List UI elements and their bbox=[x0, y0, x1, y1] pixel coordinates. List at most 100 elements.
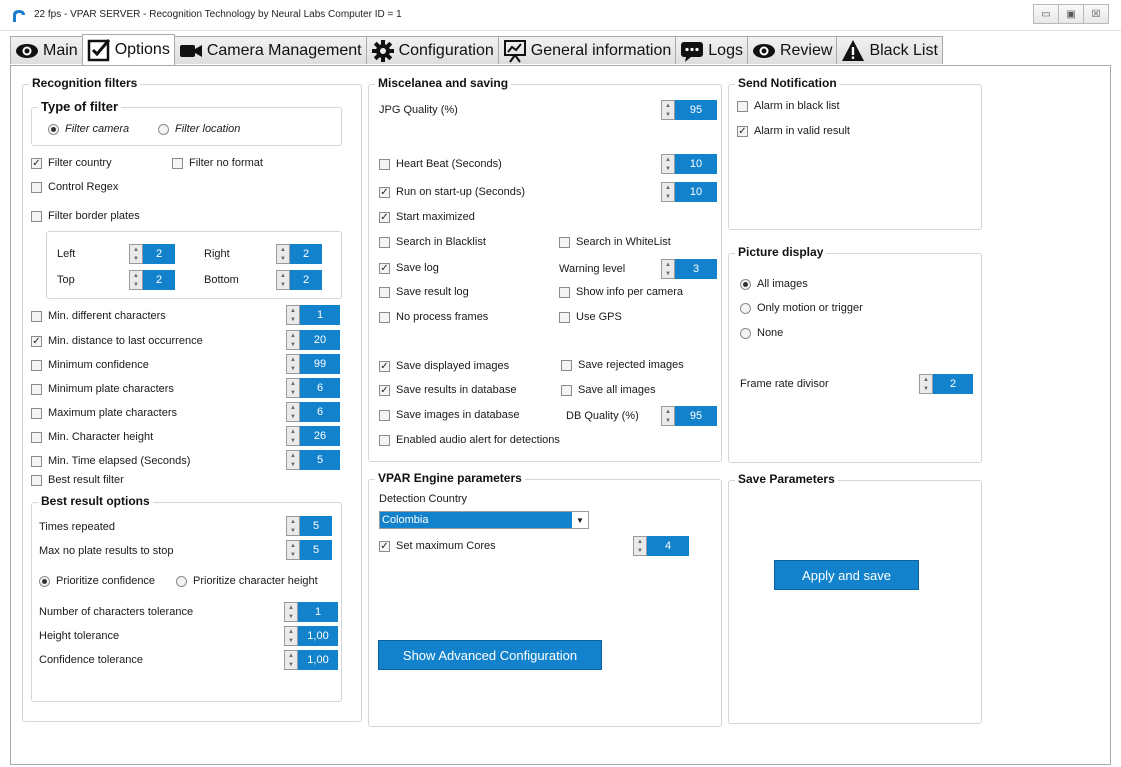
save-results-database-checkbox[interactable]: ✓ Save results in database bbox=[379, 384, 516, 396]
save-all-images-checkbox[interactable]: Save all images bbox=[561, 384, 656, 396]
no-process-frames-checkbox[interactable]: No process frames bbox=[379, 311, 488, 323]
spin-arrows-icon[interactable]: ▲ ▼ bbox=[633, 536, 647, 556]
spin-arrows-icon[interactable]: ▲ ▼ bbox=[286, 426, 300, 446]
maximize-button[interactable]: ▣ bbox=[1058, 4, 1084, 24]
run-on-startup-stepper[interactable]: ▲ ▼ 10 bbox=[661, 182, 717, 202]
frame-rate-divisor-stepper[interactable]: ▲ ▼ 2 bbox=[919, 374, 973, 394]
stepper-value[interactable]: 6 bbox=[300, 402, 340, 422]
close-button[interactable]: ☒ bbox=[1083, 4, 1109, 24]
prioritize-character-height-radio[interactable]: Prioritize character height bbox=[176, 575, 318, 587]
alarm-black-list-checkbox[interactable]: Alarm in black list bbox=[737, 100, 840, 112]
stepper-value[interactable]: 2 bbox=[290, 244, 322, 264]
max-no-plate-stepper[interactable]: ▲ ▼ 5 bbox=[286, 540, 332, 560]
stepper-value[interactable]: 2 bbox=[933, 374, 973, 394]
only-motion-radio[interactable]: Only motion or trigger bbox=[740, 302, 863, 314]
height-tolerance-stepper[interactable]: ▲ ▼ 1,00 bbox=[284, 626, 338, 646]
stepper-value[interactable]: 1 bbox=[300, 305, 340, 325]
prioritize-confidence-radio[interactable]: Prioritize confidence bbox=[39, 575, 155, 587]
filter-border-plates-checkbox[interactable]: Filter border plates bbox=[31, 210, 140, 222]
stepper-value[interactable]: 20 bbox=[300, 330, 340, 350]
tab-general-information[interactable]: General information bbox=[497, 36, 677, 64]
heart-beat-checkbox[interactable]: Heart Beat (Seconds) bbox=[379, 158, 502, 170]
max-cores-stepper[interactable]: ▲ ▼ 4 bbox=[633, 536, 689, 556]
minimum-confidence-checkbox[interactable]: Minimum confidence bbox=[31, 359, 149, 371]
right-stepper[interactable]: ▲ ▼ 2 bbox=[276, 244, 322, 264]
spin-arrows-icon[interactable]: ▲ ▼ bbox=[286, 450, 300, 470]
spin-arrows-icon[interactable]: ▲ ▼ bbox=[284, 602, 298, 622]
spin-arrows-icon[interactable]: ▲ ▼ bbox=[286, 330, 300, 350]
min-distance-stepper[interactable]: ▲ ▼ 20 bbox=[286, 330, 340, 350]
alarm-valid-result-checkbox[interactable]: ✓ Alarm in valid result bbox=[737, 125, 850, 137]
spin-arrows-icon[interactable]: ▲ ▼ bbox=[286, 540, 300, 560]
best-result-filter-checkbox[interactable]: Best result filter bbox=[31, 474, 124, 486]
apply-and-save-button[interactable]: Apply and save bbox=[774, 560, 919, 590]
tab-review[interactable]: Review bbox=[746, 36, 838, 64]
min-time-elapsed-stepper[interactable]: ▲ ▼ 5 bbox=[286, 450, 340, 470]
tab-camera-management[interactable]: Camera Management bbox=[173, 36, 367, 64]
min-different-characters-stepper[interactable]: ▲ ▼ 1 bbox=[286, 305, 340, 325]
run-on-startup-checkbox[interactable]: ✓ Run on start-up (Seconds) bbox=[379, 186, 525, 198]
stepper-value[interactable]: 10 bbox=[675, 182, 717, 202]
none-radio[interactable]: None bbox=[740, 327, 783, 339]
spin-arrows-icon[interactable]: ▲ ▼ bbox=[661, 182, 675, 202]
spin-arrows-icon[interactable]: ▲ ▼ bbox=[129, 244, 143, 264]
spin-arrows-icon[interactable]: ▲ ▼ bbox=[286, 402, 300, 422]
spin-arrows-icon[interactable]: ▲ ▼ bbox=[919, 374, 933, 394]
stepper-value[interactable]: 99 bbox=[300, 354, 340, 374]
spin-arrows-icon[interactable]: ▲ ▼ bbox=[286, 516, 300, 536]
start-maximized-checkbox[interactable]: ✓ Start maximized bbox=[379, 211, 475, 223]
times-repeated-stepper[interactable]: ▲ ▼ 5 bbox=[286, 516, 332, 536]
tab-black-list[interactable]: Black List bbox=[836, 36, 943, 64]
min-different-characters-checkbox[interactable]: Min. different characters bbox=[31, 310, 166, 322]
tab-main[interactable]: Main bbox=[10, 36, 83, 64]
left-stepper[interactable]: ▲ ▼ 2 bbox=[129, 244, 175, 264]
search-whitelist-checkbox[interactable]: Search in WhiteList bbox=[559, 236, 671, 248]
spin-arrows-icon[interactable]: ▲ ▼ bbox=[284, 626, 298, 646]
spin-arrows-icon[interactable]: ▲ ▼ bbox=[661, 100, 675, 120]
spin-arrows-icon[interactable]: ▲ ▼ bbox=[129, 270, 143, 290]
bottom-stepper[interactable]: ▲ ▼ 2 bbox=[276, 270, 322, 290]
spin-arrows-icon[interactable]: ▲ ▼ bbox=[286, 378, 300, 398]
confidence-tolerance-stepper[interactable]: ▲ ▼ 1,00 bbox=[284, 650, 338, 670]
spin-arrows-icon[interactable]: ▲ ▼ bbox=[661, 154, 675, 174]
spin-arrows-icon[interactable]: ▲ ▼ bbox=[661, 406, 675, 426]
save-rejected-images-checkbox[interactable]: Save rejected images bbox=[561, 359, 684, 371]
stepper-value[interactable]: 5 bbox=[300, 540, 332, 560]
audio-alert-checkbox[interactable]: Enabled audio alert for detections bbox=[379, 434, 560, 446]
detection-country-select[interactable]: Colombia ▼ bbox=[379, 511, 589, 529]
heart-beat-stepper[interactable]: ▲ ▼ 10 bbox=[661, 154, 717, 174]
filter-camera-radio[interactable]: Filter camera bbox=[48, 123, 129, 135]
stepper-value[interactable]: 4 bbox=[647, 536, 689, 556]
select-value[interactable]: Colombia bbox=[380, 512, 572, 528]
use-gps-checkbox[interactable]: Use GPS bbox=[559, 311, 622, 323]
tab-logs[interactable]: Logs bbox=[675, 36, 748, 64]
stepper-value[interactable]: 1,00 bbox=[298, 626, 338, 646]
chevron-down-icon[interactable]: ▼ bbox=[572, 512, 588, 528]
minimum-plate-characters-checkbox[interactable]: Minimum plate characters bbox=[31, 383, 174, 395]
tab-configuration[interactable]: Configuration bbox=[365, 36, 499, 64]
stepper-value[interactable]: 5 bbox=[300, 450, 340, 470]
minimize-button[interactable]: ▭ bbox=[1033, 4, 1059, 24]
save-log-checkbox[interactable]: ✓ Save log bbox=[379, 262, 439, 274]
spin-arrows-icon[interactable]: ▲ ▼ bbox=[661, 259, 675, 279]
stepper-value[interactable]: 6 bbox=[300, 378, 340, 398]
save-displayed-images-checkbox[interactable]: ✓ Save displayed images bbox=[379, 360, 509, 372]
stepper-value[interactable]: 5 bbox=[300, 516, 332, 536]
show-info-per-camera-checkbox[interactable]: Show info per camera bbox=[559, 286, 683, 298]
set-maximum-cores-checkbox[interactable]: ✓ Set maximum Cores bbox=[379, 540, 496, 552]
stepper-value[interactable]: 1,00 bbox=[298, 650, 338, 670]
spin-arrows-icon[interactable]: ▲ ▼ bbox=[286, 354, 300, 374]
min-character-height-checkbox[interactable]: Min. Character height bbox=[31, 431, 153, 443]
minimum-confidence-stepper[interactable]: ▲ ▼ 99 bbox=[286, 354, 340, 374]
search-blacklist-checkbox[interactable]: Search in Blacklist bbox=[379, 236, 486, 248]
stepper-value[interactable]: 26 bbox=[300, 426, 340, 446]
control-regex-checkbox[interactable]: Control Regex bbox=[31, 181, 118, 193]
spin-arrows-icon[interactable]: ▲ ▼ bbox=[284, 650, 298, 670]
stepper-value[interactable]: 95 bbox=[675, 406, 717, 426]
filter-location-radio[interactable]: Filter location bbox=[158, 123, 240, 135]
tab-options[interactable]: Options bbox=[81, 34, 175, 65]
warning-level-stepper[interactable]: ▲ ▼ 3 bbox=[661, 259, 717, 279]
stepper-value[interactable]: 2 bbox=[143, 270, 175, 290]
filter-country-checkbox[interactable]: ✓ Filter country bbox=[31, 157, 112, 169]
stepper-value[interactable]: 95 bbox=[675, 100, 717, 120]
